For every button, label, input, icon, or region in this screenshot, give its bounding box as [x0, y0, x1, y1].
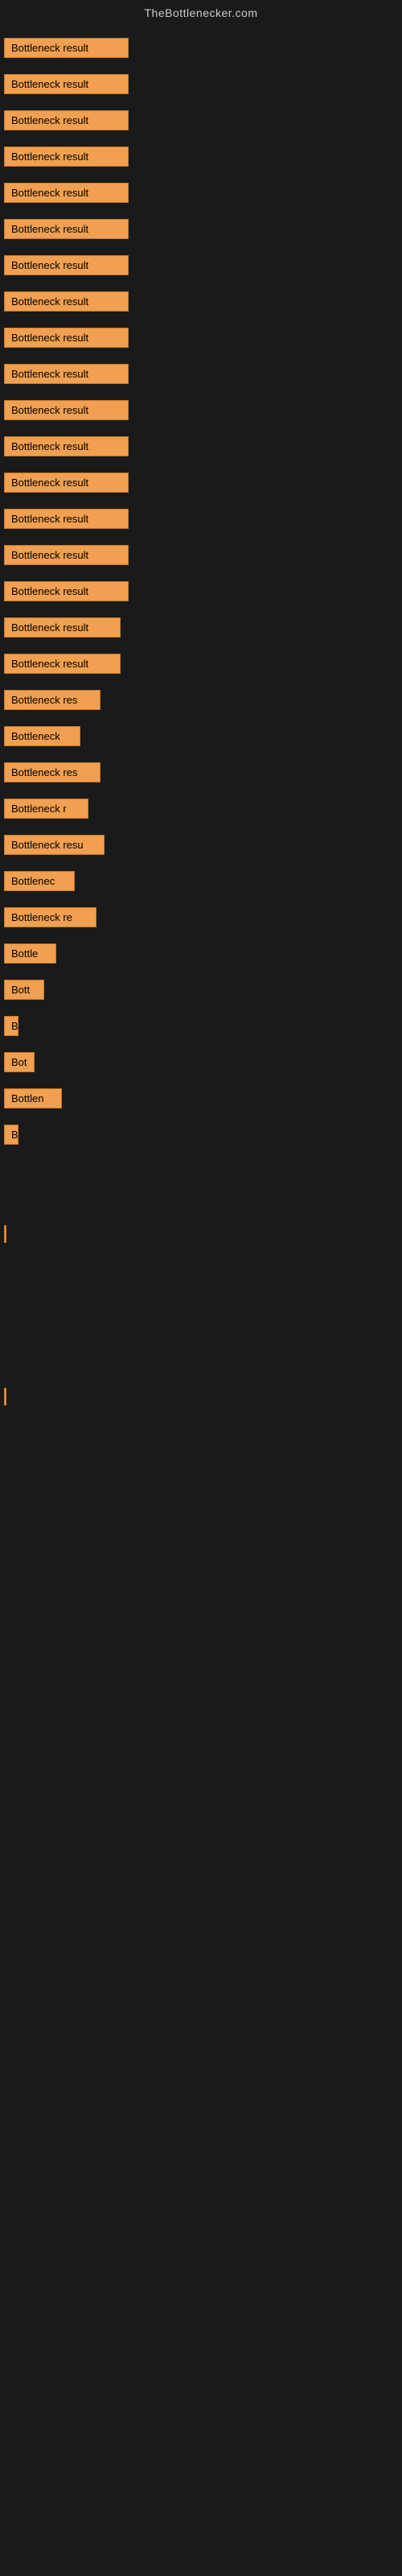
list-item: B [0, 1012, 402, 1040]
bottleneck-result-bar: Bottleneck result [4, 436, 129, 456]
site-title-bar: TheBottlenecker.com [0, 0, 402, 26]
bottleneck-result-bar: B [4, 1016, 18, 1036]
list-item: Bottleneck result [0, 324, 402, 352]
bottleneck-result-bar: Bottleneck result [4, 400, 129, 420]
list-item: Bottleneck result [0, 360, 402, 388]
bottleneck-result-bar: Bottlenec [4, 871, 75, 891]
site-title: TheBottlenecker.com [0, 0, 402, 26]
list-item: Bottleneck resu [0, 831, 402, 859]
bottleneck-result-bar: Bottleneck res [4, 762, 100, 782]
bottleneck-result-bar: Bottleneck r [4, 799, 88, 819]
bottleneck-result-bar: Bottleneck result [4, 74, 129, 94]
bottleneck-result-bar: Bottleneck result [4, 509, 129, 529]
list-item: Bot [0, 1048, 402, 1076]
bottleneck-result-bar: Bottleneck res [4, 690, 100, 710]
list-item: Bottleneck result [0, 650, 402, 678]
bottleneck-result-bar: Bottleneck result [4, 328, 129, 348]
bottleneck-result-bar: Bot [4, 1052, 35, 1072]
list-item: Bottleneck result [0, 541, 402, 569]
bottleneck-result-bar: Bott [4, 980, 44, 1000]
bottleneck-result-bar: Bottleneck result [4, 255, 129, 275]
list-item: Bottleneck result [0, 179, 402, 207]
list-item: Bottleneck result [0, 505, 402, 533]
list-item [0, 1352, 402, 1376]
list-item: Bottleneck result [0, 70, 402, 98]
list-item: Bottleneck result [0, 432, 402, 460]
list-item: Bottleneck [0, 722, 402, 750]
list-item: Bottle [0, 939, 402, 968]
list-item: Bottleneck result [0, 34, 402, 62]
bottleneck-result-bar: Bottleneck result [4, 364, 129, 384]
list-item [0, 1384, 402, 1410]
indicator-bar [4, 1225, 6, 1243]
bottleneck-result-bar: Bottleneck result [4, 473, 129, 493]
list-item [0, 1189, 402, 1213]
list-item: Bottleneck res [0, 758, 402, 786]
list-item: Bottlenec [0, 867, 402, 895]
bottleneck-result-bar: Bottleneck resu [4, 835, 105, 855]
list-item: Bottleneck result [0, 613, 402, 642]
list-item [0, 1319, 402, 1344]
list-item [0, 1157, 402, 1181]
indicator-bar [4, 1388, 6, 1406]
list-item: Bottleneck result [0, 251, 402, 279]
list-item: Bott [0, 976, 402, 1004]
list-item [0, 1221, 402, 1247]
bottleneck-result-bar: Bottleneck result [4, 581, 129, 601]
bottleneck-result-bar: Bottleneck result [4, 219, 129, 239]
list-item: Bottlen [0, 1084, 402, 1113]
bottleneck-result-bar: Bottleneck result [4, 654, 121, 674]
list-item: Bottleneck result [0, 287, 402, 316]
bottleneck-result-bar: Bottlen [4, 1088, 62, 1108]
rows-container: Bottleneck result Bottleneck result Bottle… [0, 34, 402, 1410]
bottleneck-result-bar: Bottleneck result [4, 38, 129, 58]
bottleneck-result-bar: Bottleneck result [4, 183, 129, 203]
list-item: Bottleneck result [0, 106, 402, 134]
bottleneck-result-bar: Bottleneck result [4, 147, 129, 167]
list-item: Bottleneck result [0, 577, 402, 605]
bottleneck-result-bar: Bottleneck result [4, 110, 129, 130]
list-item: Bottleneck result [0, 215, 402, 243]
list-item: Bottleneck r [0, 795, 402, 823]
list-item: Bottleneck re [0, 903, 402, 931]
bottleneck-result-bar: Bottleneck result [4, 545, 129, 565]
bottleneck-result-bar: B [4, 1125, 18, 1145]
list-item: Bottleneck result [0, 469, 402, 497]
bottleneck-result-bar: Bottleneck result [4, 617, 121, 638]
list-item: Bottleneck result [0, 396, 402, 424]
bottleneck-result-bar: Bottleneck result [4, 291, 129, 312]
list-item: B [0, 1121, 402, 1149]
list-item [0, 1255, 402, 1279]
bottleneck-result-bar: Bottle [4, 943, 56, 964]
list-item: Bottleneck res [0, 686, 402, 714]
bottleneck-result-bar: Bottleneck [4, 726, 80, 746]
list-item: Bottleneck result [0, 142, 402, 171]
list-item [0, 1287, 402, 1311]
bottleneck-result-bar: Bottleneck re [4, 907, 96, 927]
